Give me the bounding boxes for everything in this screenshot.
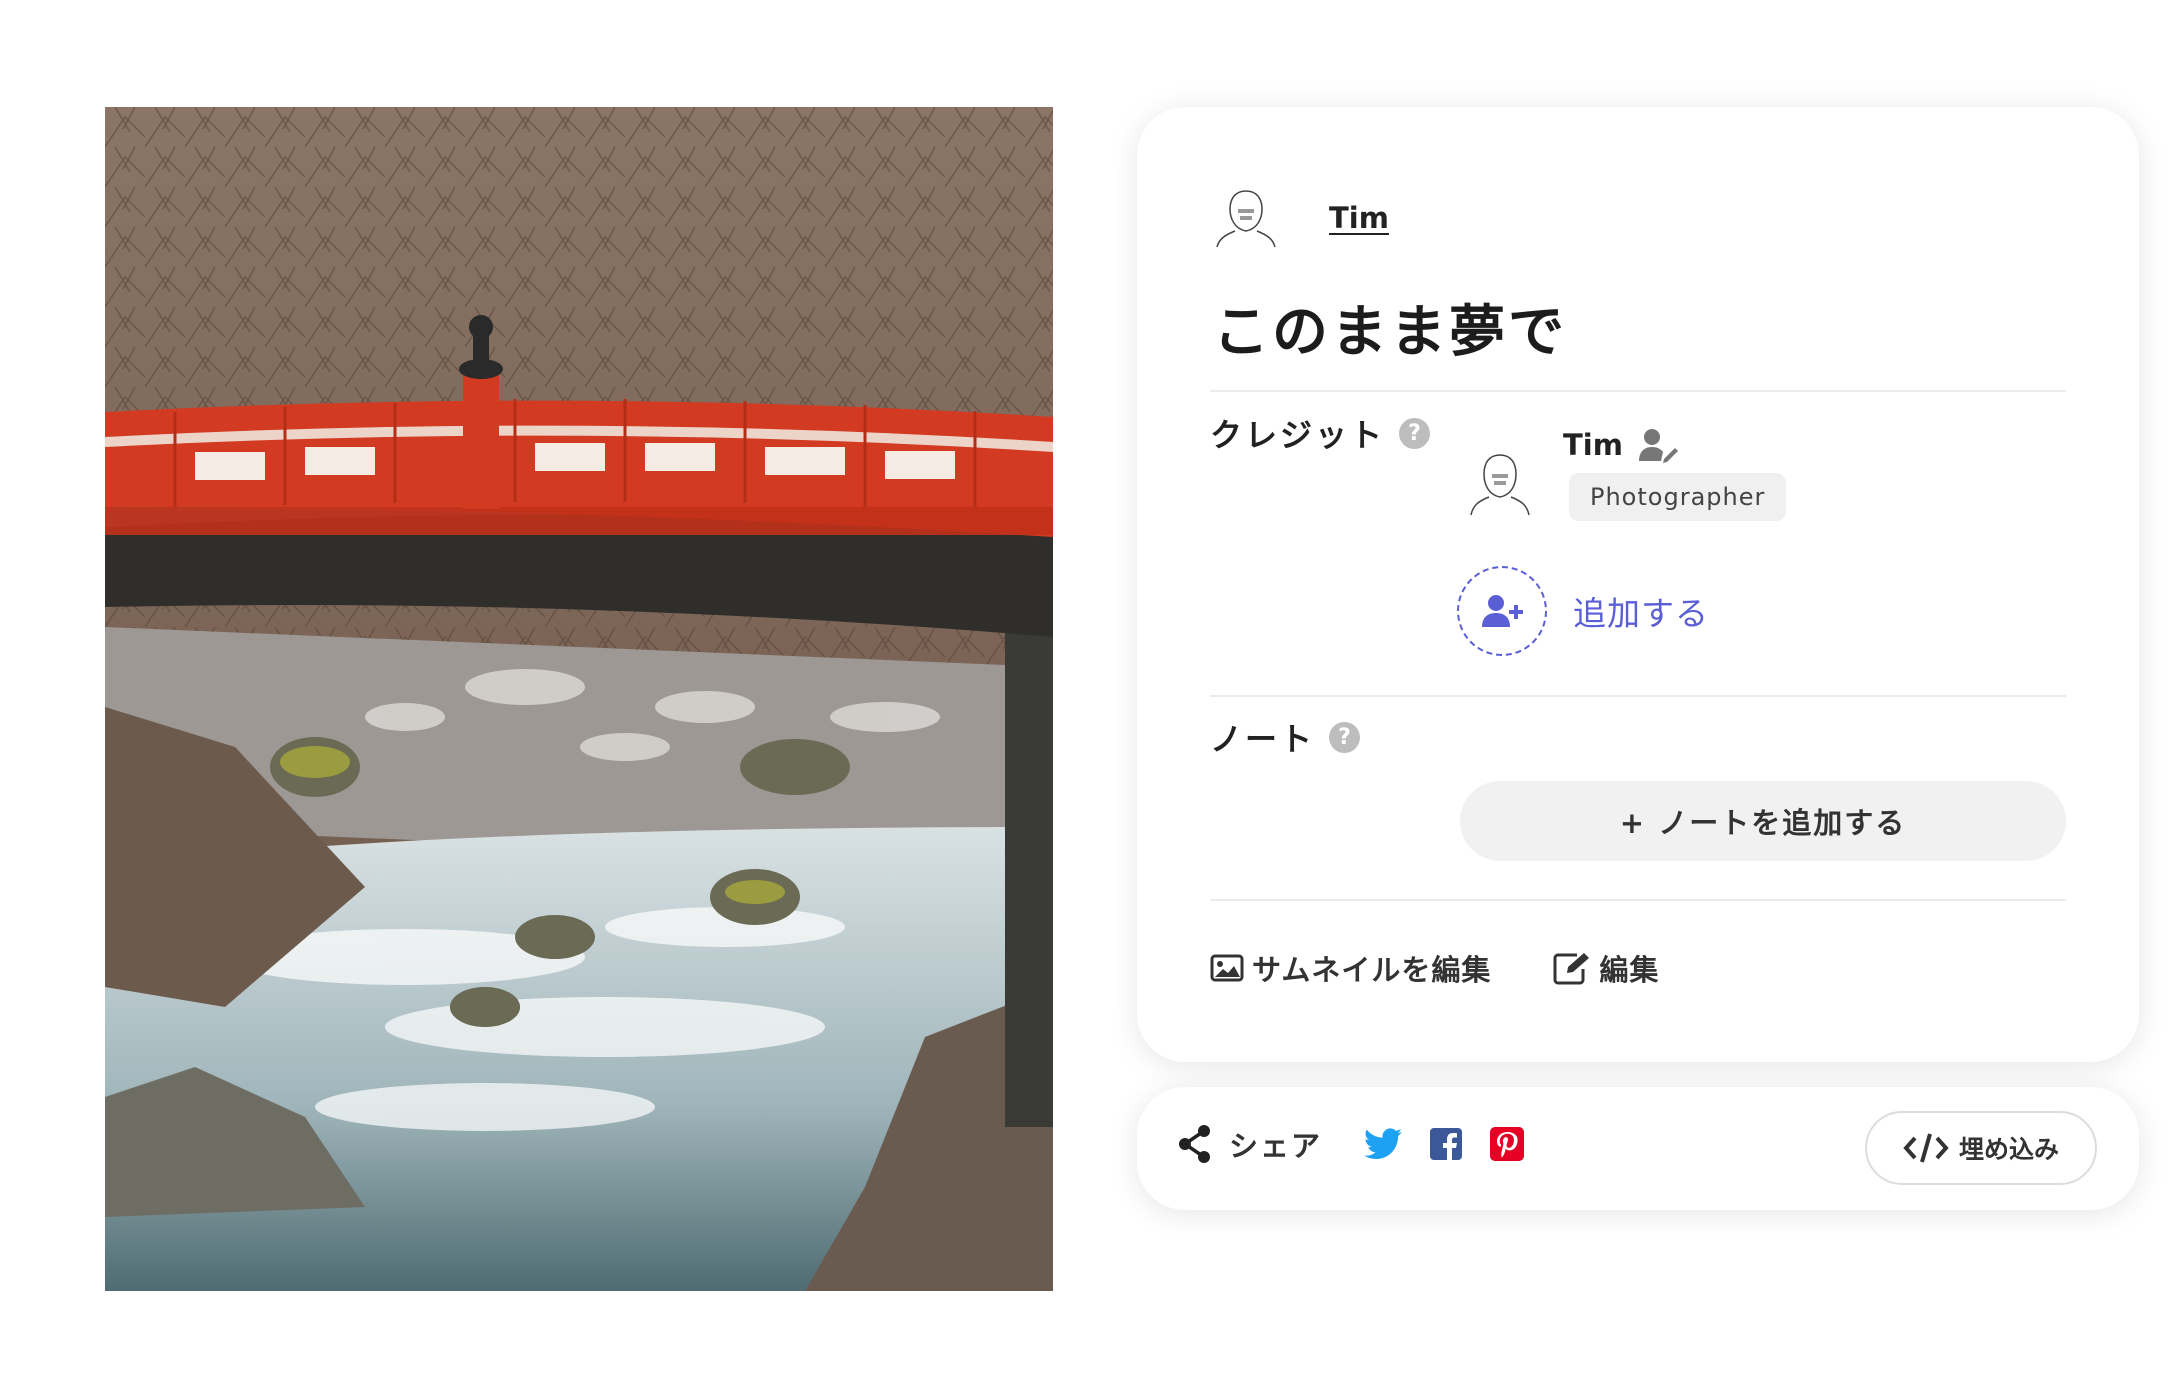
add-credit-label[interactable]: 追加する xyxy=(1573,587,1709,635)
credits-heading: クレジット ? xyxy=(1210,410,1431,456)
notes-heading: ノート ? xyxy=(1210,714,1361,760)
credit-person: Tim Photographer xyxy=(1467,427,1787,521)
credits-label: クレジット xyxy=(1210,416,1386,454)
embed-label: 埋め込み xyxy=(1958,1135,2059,1164)
author-name-link[interactable]: Tim xyxy=(1329,201,1389,235)
credit-info: Tim Photographer xyxy=(1563,427,1787,521)
share-card: シェア 埋め込み xyxy=(1137,1087,2139,1210)
facebook-icon xyxy=(1430,1128,1463,1160)
post-photo[interactable] xyxy=(105,107,1053,1291)
bridge-photo-image xyxy=(105,107,1053,1291)
edit-thumbnail-button[interactable]: サムネイルを編集 xyxy=(1210,947,1491,989)
twitter-share-button[interactable] xyxy=(1364,1128,1403,1160)
avatar-placeholder-icon[interactable] xyxy=(1213,185,1279,251)
divider xyxy=(1210,899,2066,901)
credit-name-row: Tim xyxy=(1563,427,1786,463)
post-detail-card: Tim このまま夢で クレジット ? Tim Photographer 追加する… xyxy=(1137,107,2139,1062)
author-row: Tim xyxy=(1213,185,1389,251)
help-icon[interactable]: ? xyxy=(1399,417,1431,449)
add-credit-circle[interactable] xyxy=(1457,566,1547,656)
edit-button[interactable]: 編集 xyxy=(1553,947,1659,989)
divider xyxy=(1210,390,2066,392)
notes-label: ノート xyxy=(1210,720,1316,758)
pinterest-icon xyxy=(1490,1127,1525,1161)
share-row: シェア xyxy=(1177,1123,1525,1165)
twitter-icon xyxy=(1364,1128,1403,1160)
post-title: このまま夢で xyxy=(1213,300,1567,365)
add-person-icon xyxy=(1482,595,1523,627)
add-note-button[interactable]: + ノートを追加する xyxy=(1460,781,2066,861)
edit-person-icon[interactable] xyxy=(1637,427,1679,463)
post-actions: サムネイルを編集 編集 xyxy=(1210,947,1659,989)
share-label: シェア xyxy=(1229,1129,1323,1163)
edit-icon xyxy=(1553,953,1590,985)
add-credit-button[interactable]: 追加する xyxy=(1457,566,1709,656)
embed-button[interactable]: 埋め込み xyxy=(1865,1111,2097,1185)
pinterest-share-button[interactable] xyxy=(1490,1127,1525,1161)
edit-label: 編集 xyxy=(1599,953,1660,987)
share-icon[interactable] xyxy=(1177,1124,1213,1164)
code-icon xyxy=(1903,1133,1949,1163)
credit-person-name[interactable]: Tim xyxy=(1563,428,1623,462)
role-badge: Photographer xyxy=(1569,473,1787,521)
divider xyxy=(1210,695,2066,697)
credit-avatar-placeholder-icon[interactable] xyxy=(1467,449,1533,519)
image-icon xyxy=(1210,954,1244,982)
help-icon[interactable]: ? xyxy=(1329,721,1361,753)
edit-thumbnail-label: サムネイルを編集 xyxy=(1252,953,1492,987)
facebook-share-button[interactable] xyxy=(1430,1128,1463,1160)
